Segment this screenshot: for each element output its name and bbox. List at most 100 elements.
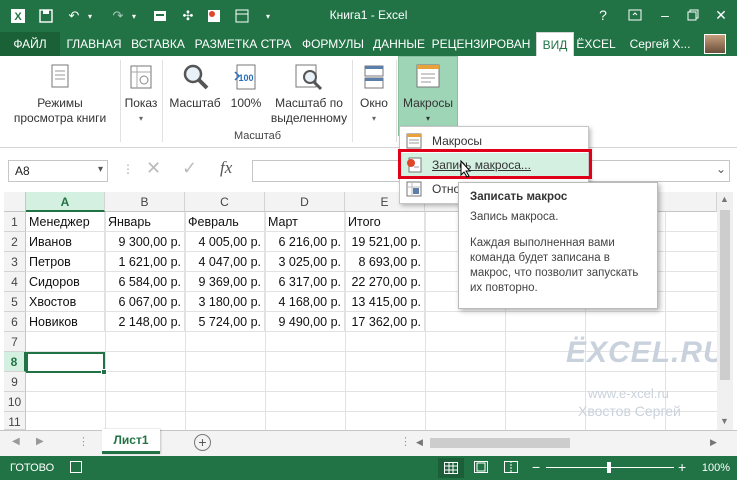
row-header[interactable]: 4 bbox=[4, 272, 26, 292]
hscroll-thumb[interactable] bbox=[430, 438, 570, 448]
sheet-prev-icon[interactable]: ◀ bbox=[12, 436, 20, 447]
tab-home[interactable]: ГЛАВНАЯ bbox=[62, 32, 126, 56]
table-cell[interactable]: 17 362,00 р. bbox=[345, 312, 425, 332]
table-cell[interactable]: 4 168,00 р. bbox=[265, 292, 345, 312]
table-header-cell[interactable]: Январь bbox=[105, 212, 185, 232]
tab-insert[interactable]: ВСТАВКА bbox=[128, 32, 188, 56]
table-cell[interactable]: 6 216,00 р. bbox=[265, 232, 345, 252]
zoom-in-button[interactable]: + bbox=[678, 459, 686, 475]
show-button[interactable]: Показ ▾ bbox=[122, 62, 160, 126]
hscroll-right-icon[interactable]: ▶ bbox=[710, 437, 717, 448]
view-modes-button[interactable]: Режимы просмотра книги bbox=[2, 62, 118, 126]
table-cell[interactable]: 6 317,00 р. bbox=[265, 272, 345, 292]
column-header-c[interactable]: C bbox=[185, 192, 265, 212]
enter-icon[interactable]: ✓ bbox=[182, 158, 197, 179]
scroll-thumb[interactable] bbox=[720, 210, 730, 380]
table-cell[interactable]: 4 005,00 р. bbox=[185, 232, 265, 252]
ribbon-separator bbox=[352, 60, 353, 142]
row-header[interactable]: 7 bbox=[4, 332, 26, 352]
table-cell[interactable]: 1 621,00 р. bbox=[105, 252, 185, 272]
tab-review[interactable]: РЕЦЕНЗИРОВАН bbox=[430, 32, 532, 56]
formula-expand-icon[interactable]: ⌄ bbox=[716, 162, 726, 176]
row-header[interactable]: 6 bbox=[4, 312, 26, 332]
column-header-b[interactable]: B bbox=[105, 192, 185, 212]
table-cell[interactable]: 4 047,00 р. bbox=[185, 252, 265, 272]
sheet-next-icon[interactable]: ▶ bbox=[36, 436, 44, 447]
restore-icon[interactable] bbox=[680, 4, 706, 26]
table-cell[interactable]: 9 490,00 р. bbox=[265, 312, 345, 332]
row-header[interactable]: 2 bbox=[4, 232, 26, 252]
sheet-tab-list1[interactable]: Лист1 bbox=[102, 429, 160, 454]
hscroll-grip-icon[interactable]: ⋮ bbox=[400, 435, 411, 448]
table-cell[interactable]: 3 025,00 р. bbox=[265, 252, 345, 272]
tab-formulas[interactable]: ФОРМУЛЫ bbox=[298, 32, 368, 56]
zoom-level[interactable]: 100% bbox=[690, 462, 730, 474]
table-cell[interactable]: 8 693,00 р. bbox=[345, 252, 425, 272]
tab-file[interactable]: ФАЙЛ bbox=[0, 32, 60, 56]
window-button[interactable]: Окно ▾ bbox=[354, 62, 394, 126]
normal-view-icon[interactable] bbox=[438, 458, 464, 478]
table-cell[interactable]: 9 369,00 р. bbox=[185, 272, 265, 292]
page-break-view-icon[interactable] bbox=[504, 461, 518, 476]
table-cell[interactable]: 6 067,00 р. bbox=[105, 292, 185, 312]
table-cell[interactable]: 5 724,00 р. bbox=[185, 312, 265, 332]
row-header[interactable]: 3 bbox=[4, 252, 26, 272]
scroll-down-icon[interactable]: ▼ bbox=[720, 416, 729, 426]
help-icon[interactable]: ? bbox=[590, 4, 616, 26]
row-header[interactable]: 10 bbox=[4, 392, 26, 412]
tab-excel[interactable]: ЁXCEL bbox=[576, 32, 616, 56]
column-header-a[interactable]: A bbox=[26, 192, 105, 212]
table-cell[interactable]: 2 148,00 р. bbox=[105, 312, 185, 332]
table-cell[interactable]: 22 270,00 р. bbox=[345, 272, 425, 292]
table-header-cell[interactable]: Февраль bbox=[185, 212, 265, 232]
table-cell[interactable]: 19 521,00 р. bbox=[345, 232, 425, 252]
table-cell[interactable]: 6 584,00 р. bbox=[105, 272, 185, 292]
sheet-more-icon[interactable]: ⋮ bbox=[78, 435, 89, 448]
table-cell[interactable]: Сидоров bbox=[26, 272, 105, 292]
add-sheet-icon[interactable]: + bbox=[194, 434, 211, 451]
close-icon[interactable]: ✕ bbox=[708, 4, 734, 26]
select-all-corner[interactable] bbox=[4, 192, 26, 212]
user-name[interactable]: Сергей Х... bbox=[620, 32, 700, 56]
zoom-slider-thumb[interactable] bbox=[607, 462, 611, 473]
row-header[interactable]: 1 bbox=[4, 212, 26, 232]
hscroll-left-icon[interactable]: ◀ bbox=[416, 437, 423, 448]
row-header[interactable]: 5 bbox=[4, 292, 26, 312]
zoom-100-button[interactable]: 100 100% bbox=[226, 62, 266, 111]
tab-page-layout[interactable]: РАЗМЕТКА СТРА bbox=[190, 32, 296, 56]
macro-record-status-icon[interactable] bbox=[70, 461, 82, 473]
tab-view[interactable]: ВИД bbox=[536, 32, 574, 56]
ribbon-display-icon[interactable] bbox=[622, 4, 648, 26]
name-box[interactable]: A8 ▾ bbox=[8, 160, 108, 182]
zoom-out-button[interactable]: − bbox=[532, 459, 540, 475]
table-cell[interactable]: 3 180,00 р. bbox=[185, 292, 265, 312]
table-header-cell[interactable]: Март bbox=[265, 212, 345, 232]
row-header[interactable]: 8 bbox=[4, 352, 26, 372]
table-cell[interactable]: 9 300,00 р. bbox=[105, 232, 185, 252]
table-cell[interactable]: Петров bbox=[26, 252, 105, 272]
window-label: Окно bbox=[360, 96, 388, 110]
scroll-up-icon[interactable]: ▲ bbox=[720, 194, 729, 204]
row-header[interactable]: 11 bbox=[4, 412, 26, 430]
cancel-icon[interactable]: ✕ bbox=[146, 158, 161, 179]
page-layout-view-icon[interactable] bbox=[474, 461, 488, 476]
active-cell-a8[interactable] bbox=[26, 352, 107, 375]
table-cell[interactable]: 13 415,00 р. bbox=[345, 292, 425, 312]
insert-function-icon[interactable]: fx bbox=[220, 158, 232, 178]
vertical-scrollbar[interactable]: ▲ ▼ bbox=[717, 192, 733, 430]
table-header-cell[interactable]: Менеджер bbox=[26, 212, 105, 232]
avatar[interactable] bbox=[704, 34, 726, 54]
table-header-cell[interactable]: Итого bbox=[345, 212, 425, 232]
tab-data[interactable]: ДАННЫЕ bbox=[370, 32, 428, 56]
chevron-down-icon[interactable]: ▾ bbox=[98, 164, 103, 175]
column-header-d[interactable]: D bbox=[265, 192, 345, 212]
row-header[interactable]: 9 bbox=[4, 372, 26, 392]
minimize-icon[interactable]: – bbox=[652, 4, 678, 26]
zoom-selection-button[interactable]: Масштаб по выделенному bbox=[268, 62, 350, 126]
macros-button-content[interactable]: Макросы ▾ bbox=[398, 62, 458, 126]
table-cell[interactable]: Иванов bbox=[26, 232, 105, 252]
table-cell[interactable]: Хвостов bbox=[26, 292, 105, 312]
zoom-button[interactable]: Масштаб bbox=[164, 62, 226, 111]
table-cell[interactable]: Новиков bbox=[26, 312, 105, 332]
fill-handle[interactable] bbox=[101, 369, 107, 375]
